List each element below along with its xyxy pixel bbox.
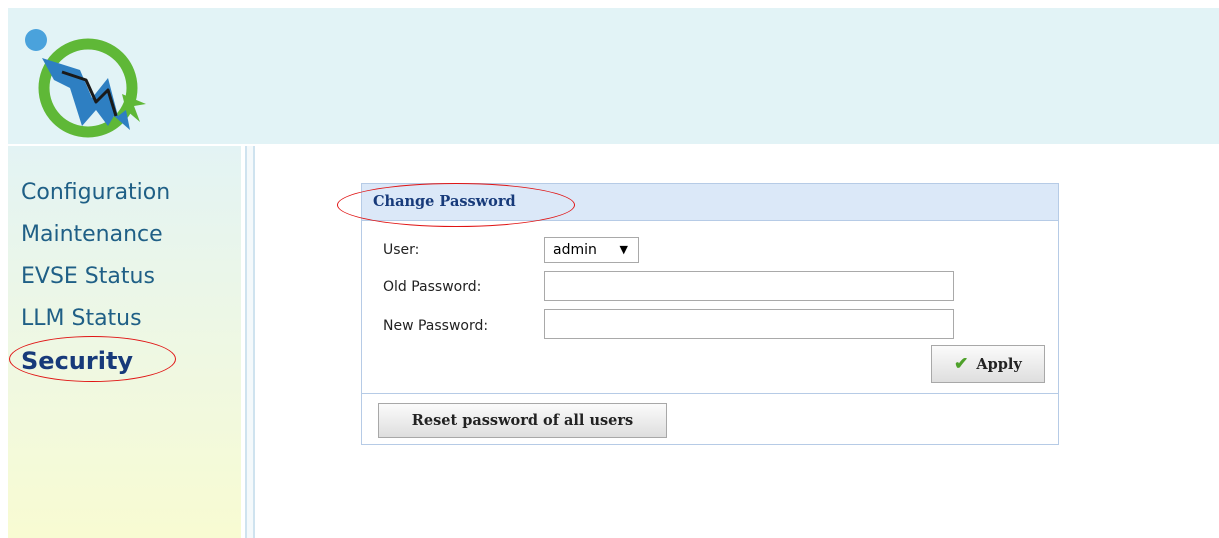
sidebar-item-security[interactable]: Security [21, 340, 170, 382]
change-password-panel: Change Password User: admin ▼ Old Passwo… [361, 183, 1059, 445]
sidebar-item-configuration[interactable]: Configuration [21, 172, 170, 214]
sidebar-nav: Configuration Maintenance EVSE Status LL… [21, 172, 170, 382]
user-label: User: [383, 242, 420, 258]
user-select[interactable]: admin ▼ [544, 237, 639, 263]
sidebar-divider [245, 146, 255, 538]
panel-separator [362, 393, 1058, 394]
sidebar-item-evse-status[interactable]: EVSE Status [21, 256, 170, 298]
new-password-field[interactable] [544, 309, 954, 339]
sidebar-item-llm-status[interactable]: LLM Status [21, 298, 170, 340]
panel-title: Change Password [373, 193, 516, 210]
reset-button-label: Reset password of all users [411, 412, 634, 429]
old-password-label: Old Password: [383, 279, 482, 295]
user-select-value: admin [553, 242, 597, 258]
apply-button[interactable]: ✔ Apply [931, 345, 1045, 383]
checkmark-icon: ✔ [954, 353, 969, 374]
header-banner [8, 8, 1219, 144]
sidebar-item-maintenance[interactable]: Maintenance [21, 214, 170, 256]
chevron-down-icon: ▼ [619, 243, 628, 256]
charger-logo-icon [25, 29, 146, 138]
reset-all-passwords-button[interactable]: Reset password of all users [378, 403, 667, 438]
apply-button-label: Apply [976, 355, 1022, 373]
old-password-field[interactable] [544, 271, 954, 301]
panel-header: Change Password [362, 184, 1058, 221]
new-password-label: New Password: [383, 318, 489, 334]
